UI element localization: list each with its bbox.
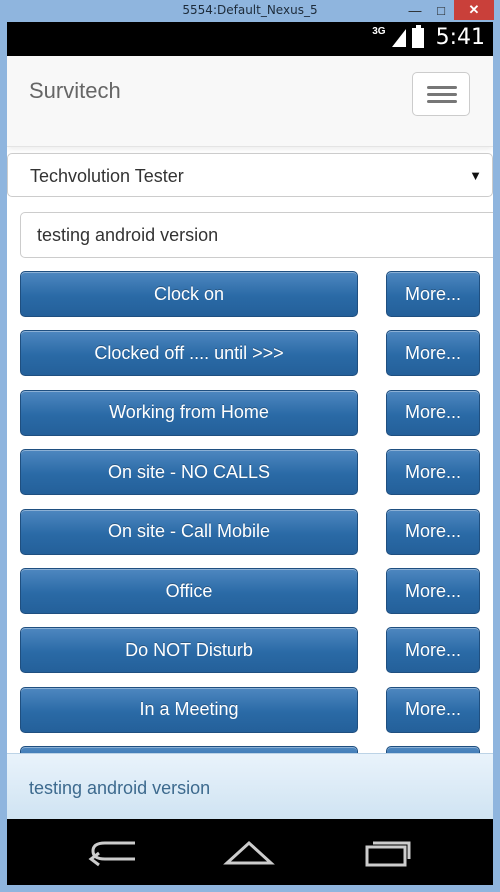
close-button[interactable]: ✕ [454, 0, 494, 20]
more-button[interactable]: More... [386, 686, 480, 733]
footer-status-text: testing android version [29, 778, 211, 798]
status-button[interactable]: On site - NO CALLS [20, 449, 358, 496]
status-button-row: Clocked off .... until >>> More... [20, 330, 480, 377]
status-button[interactable]: On site - Call Mobile [20, 508, 358, 555]
footer-bar: testing android version [7, 753, 493, 820]
user-select[interactable]: Techvolution Tester ▼ [7, 153, 493, 197]
status-button-row: Clock on More... [20, 271, 480, 317]
more-button[interactable]: More... [386, 449, 480, 496]
status-button-row: Office More... [20, 568, 480, 614]
signal-icon [391, 28, 406, 47]
minimize-button[interactable]: — [402, 0, 428, 20]
status-button[interactable]: Clock on [20, 271, 358, 317]
window-controls: — □ ✕ [402, 0, 494, 20]
status-button[interactable]: In a Meeting [20, 686, 358, 733]
app-header: Survitech [7, 56, 493, 147]
status-button-row: On site - Call Mobile More... [20, 508, 480, 555]
maximize-button[interactable]: □ [428, 0, 454, 20]
window-frame [0, 885, 500, 892]
network-type: 3G [372, 26, 386, 37]
status-button-row: On site - NO CALLS More... [20, 449, 480, 496]
hamburger-icon [427, 93, 457, 96]
more-button[interactable]: More... [386, 330, 480, 377]
back-icon[interactable] [85, 835, 145, 869]
window-frame [0, 22, 7, 892]
battery-icon [411, 24, 424, 48]
more-button[interactable]: More... [386, 508, 480, 555]
status-button-row: Do NOT Disturb More... [20, 627, 480, 674]
window-frame [493, 22, 500, 892]
status-bar: 3G 5:41 [7, 22, 493, 56]
status-message-input[interactable] [20, 212, 493, 258]
device-screen: 3G 5:41 Survitech Techvolution Tester ▼ … [7, 22, 493, 885]
hamburger-icon [427, 100, 457, 103]
emulator-titlebar: 5554:Default_Nexus_5 — □ ✕ [0, 0, 500, 22]
status-button[interactable]: Working from Home [20, 389, 358, 436]
more-button[interactable]: More... [386, 389, 480, 436]
app-brand[interactable]: Survitech [29, 78, 121, 104]
menu-toggle-button[interactable] [412, 72, 470, 116]
android-nav-bar [7, 819, 493, 885]
status-button[interactable]: Clocked off .... until >>> [20, 330, 358, 377]
chevron-down-icon: ▼ [469, 168, 482, 183]
status-time: 5:41 [435, 25, 485, 50]
more-button[interactable]: More... [386, 568, 480, 614]
status-button[interactable]: Office [20, 568, 358, 614]
status-button[interactable]: Do NOT Disturb [20, 627, 358, 674]
recents-icon[interactable] [357, 835, 417, 869]
status-button-row: Working from Home More... [20, 389, 480, 436]
status-button-row: In a Meeting More... [20, 686, 480, 733]
more-button[interactable]: More... [386, 627, 480, 674]
more-button[interactable]: More... [386, 271, 480, 317]
home-icon[interactable] [219, 835, 279, 869]
hamburger-icon [427, 86, 457, 89]
user-select-value: Techvolution Tester [30, 166, 184, 186]
